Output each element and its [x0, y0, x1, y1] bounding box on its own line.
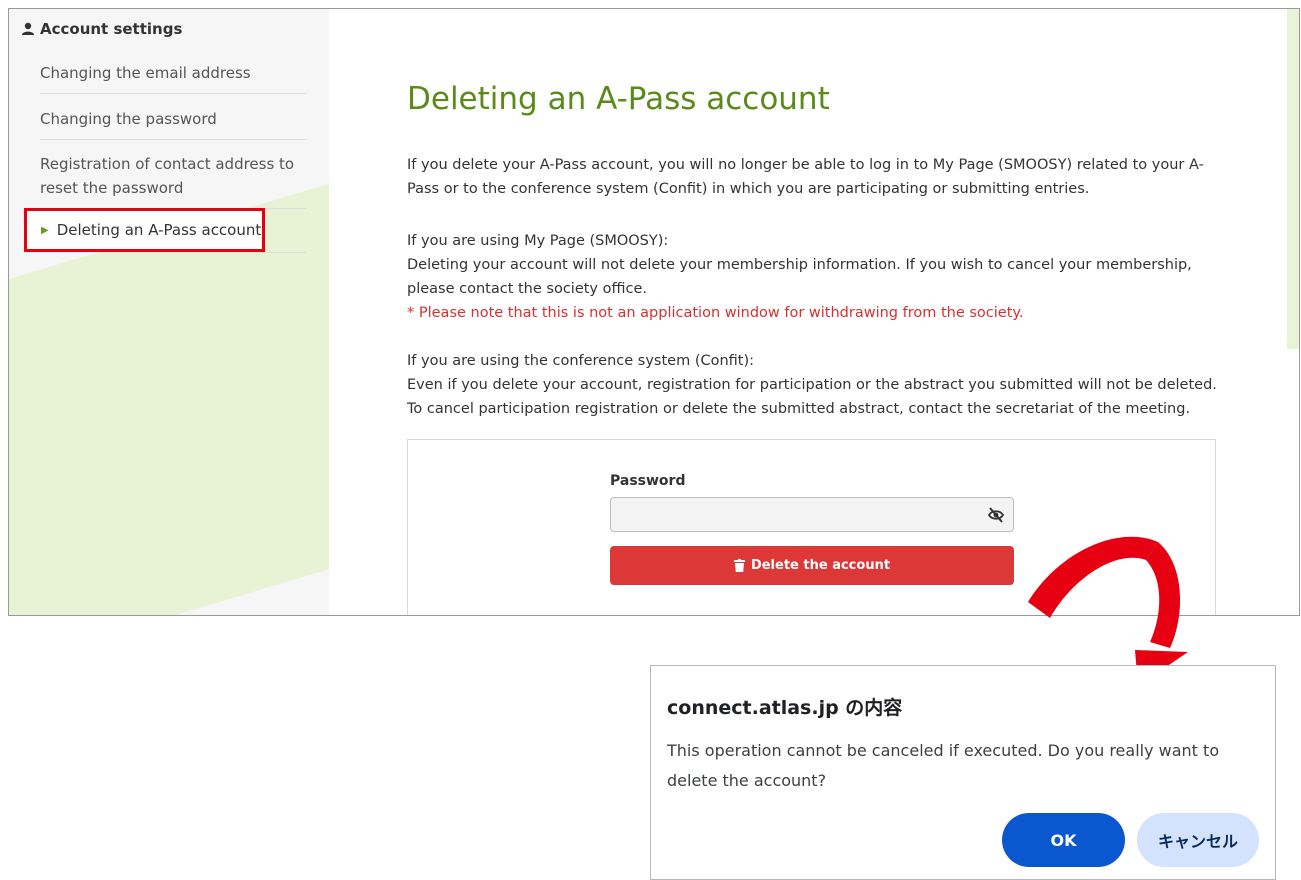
cancel-button[interactable]: キャンセル: [1137, 813, 1259, 867]
ok-button[interactable]: OK: [1002, 813, 1125, 867]
delete-account-label: Delete the account: [750, 558, 891, 573]
smoosy-text: Deleting your account will not delete yo…: [407, 257, 1192, 297]
eye-slash-icon[interactable]: [987, 506, 1005, 524]
sidebar-item-reset-contact[interactable]: Registration of contact address to reset…: [40, 152, 306, 209]
person-icon: [22, 22, 34, 35]
sidebar-item-label: Deleting an A-Pass account: [56, 221, 262, 239]
sidebar-heading: Account settings: [21, 20, 182, 38]
dialog-message: This operation cannot be canceled if exe…: [667, 741, 1220, 790]
dialog-title: connect.atlas.jp の内容: [667, 697, 903, 719]
page-title: Deleting an A-Pass account: [407, 81, 830, 117]
decorative-strip: [1287, 9, 1299, 349]
password-input[interactable]: [610, 497, 1014, 532]
confit-heading: If you are using the conference system (…: [407, 353, 755, 369]
divider: [267, 252, 306, 253]
intro-text: If you delete your A-Pass account, you w…: [407, 157, 1204, 197]
confit-text-1: Even if you delete your account, registr…: [407, 377, 1217, 393]
sidebar-item-delete-account[interactable]: ▶ Deleting an A-Pass account: [24, 208, 265, 252]
sidebar-heading-label: Account settings: [40, 20, 183, 38]
confit-text-2: To cancel participation registration or …: [407, 401, 1191, 417]
delete-account-button[interactable]: Delete the account: [610, 546, 1014, 585]
confirm-dialog: connect.atlas.jp の内容 This operation cann…: [650, 665, 1276, 880]
triangle-right-icon: ▶: [41, 224, 49, 236]
sidebar-item-change-email[interactable]: Changing the email address: [40, 61, 306, 94]
sidebar-background: [9, 184, 329, 615]
sidebar-item-change-password[interactable]: Changing the password: [40, 107, 306, 140]
smoosy-warning: * Please note that this is not an applic…: [407, 305, 1024, 321]
password-label: Password: [610, 473, 686, 489]
sidebar: Account settings Changing the email addr…: [9, 9, 329, 615]
smoosy-heading: If you are using My Page (SMOOSY):: [407, 233, 669, 249]
trash-icon: [733, 559, 745, 572]
